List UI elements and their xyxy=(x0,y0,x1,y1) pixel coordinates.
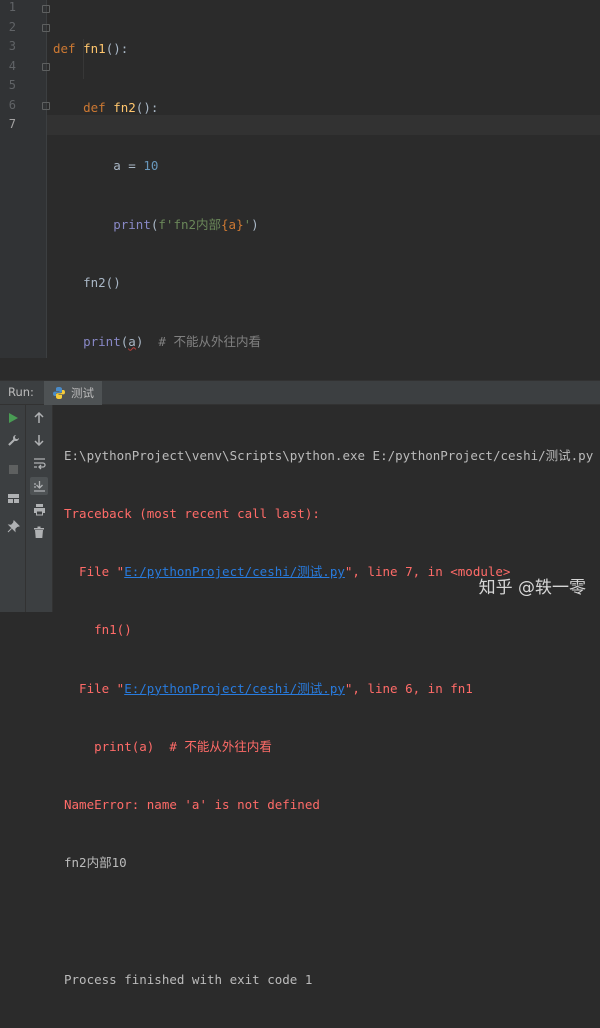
error-message: NameError: name 'a' is not defined xyxy=(64,797,320,813)
scroll-end-icon xyxy=(33,480,45,492)
file-link[interactable]: E:/pythonProject/ceshi/测试.py xyxy=(124,564,345,579)
play-icon xyxy=(9,413,18,423)
console-actions-toolbar xyxy=(26,405,53,612)
scroll-to-end-button[interactable] xyxy=(30,477,48,495)
code-line-5: fn2() xyxy=(83,275,121,290)
rerun-button[interactable] xyxy=(4,409,22,427)
layout-icon xyxy=(7,493,19,503)
code-line-4: print(f'fn2内部{a}') xyxy=(113,216,259,232)
fold-marker-icon[interactable] xyxy=(42,24,50,32)
stop-button[interactable] xyxy=(4,460,22,478)
run-console[interactable]: E:\pythonProject\venv\Scripts\python.exe… xyxy=(53,405,600,987)
arrow-down-icon xyxy=(34,435,44,446)
soft-wrap-button[interactable] xyxy=(30,454,48,472)
layout-button[interactable] xyxy=(4,489,22,507)
editor-bottom-space xyxy=(0,358,600,380)
clear-all-button[interactable] xyxy=(30,523,48,541)
traceback-frame-2: File "E:/pythonProject/ceshi/测试.py", lin… xyxy=(64,680,473,696)
line-number: 4 xyxy=(8,58,16,73)
scroll-down-button[interactable] xyxy=(30,431,48,449)
line-number-current: 7 xyxy=(8,117,16,131)
wrench-icon xyxy=(7,434,19,446)
printer-icon xyxy=(33,503,45,515)
line-number-gutter[interactable]: 1 2 3 4 5 6 7 xyxy=(0,0,47,358)
console-command-line: E:\pythonProject\venv\Scripts\python.exe… xyxy=(64,447,594,463)
run-label: Run: xyxy=(8,385,34,399)
run-toolwindow-header: Run: 测试 xyxy=(0,380,600,405)
watermark: 知乎 @轶一零 xyxy=(478,578,586,598)
edit-config-button[interactable] xyxy=(4,431,22,449)
console-output: E:\pythonProject\venv\Scripts\python.exe… xyxy=(64,407,593,1028)
run-tab-label: 测试 xyxy=(71,386,94,400)
line-number: 6 xyxy=(8,97,16,112)
traceback-code-2: print(a) # 不能从外往内看 xyxy=(64,738,272,754)
line-number: 2 xyxy=(8,19,16,34)
line-number: 3 xyxy=(8,39,16,53)
wrap-icon xyxy=(33,457,46,469)
pin-tab-button[interactable] xyxy=(4,517,22,535)
stdout-line: fn2内部10 xyxy=(64,855,127,871)
arrow-up-icon xyxy=(34,412,44,423)
trash-icon xyxy=(34,526,44,538)
pin-icon xyxy=(7,519,20,532)
code-line-1: def fn1(): xyxy=(53,41,129,56)
fold-marker-icon[interactable] xyxy=(42,63,50,71)
run-actions-toolbar xyxy=(0,405,26,612)
print-button[interactable] xyxy=(30,500,48,518)
fold-marker-icon[interactable] xyxy=(42,102,50,110)
code-line-3: a = 10 xyxy=(113,158,159,173)
code-line-2: def fn2(): xyxy=(83,99,159,115)
exit-status-line: Process finished with exit code 1 xyxy=(64,971,313,987)
line-number: 5 xyxy=(8,78,16,92)
fold-marker-icon[interactable] xyxy=(42,5,50,13)
python-icon xyxy=(53,387,65,399)
code-editor[interactable]: 1 2 3 4 5 6 7 def fn1(): def fn2(): a = … xyxy=(0,0,600,407)
traceback-header: Traceback (most recent call last): xyxy=(64,506,320,522)
code-line-6: print(a) # 不能从外往内看 xyxy=(83,333,261,349)
stop-icon xyxy=(8,464,18,474)
scroll-up-button[interactable] xyxy=(30,409,48,427)
file-link[interactable]: E:/pythonProject/ceshi/测试.py xyxy=(124,681,345,696)
line-number: 1 xyxy=(8,0,16,14)
traceback-code-1: fn1() xyxy=(64,622,132,638)
run-tab[interactable]: 测试 xyxy=(44,381,102,405)
